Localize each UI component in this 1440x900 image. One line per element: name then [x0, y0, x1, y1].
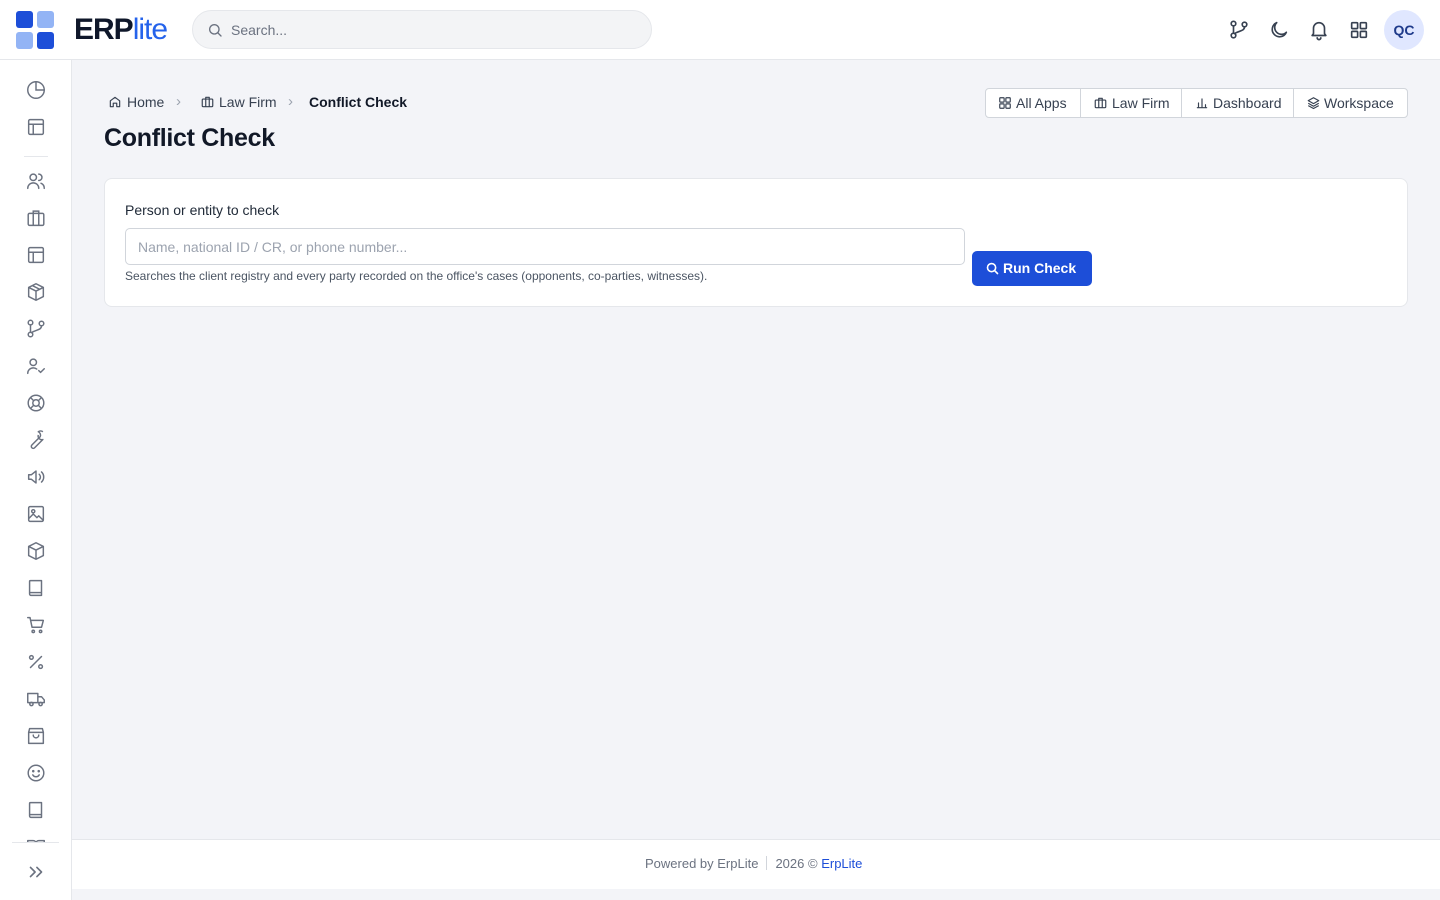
breadcrumb-current: Conflict Check — [309, 94, 408, 110]
field-label: Person or entity to check — [125, 202, 280, 218]
search-input[interactable] — [231, 20, 631, 40]
branch-icon[interactable] — [1228, 19, 1250, 41]
moon-icon[interactable] — [1268, 19, 1290, 41]
top-bar: ERPlite QC — [0, 0, 1440, 60]
layout-icon[interactable] — [25, 244, 47, 266]
layout-icon[interactable] — [25, 116, 47, 138]
entity-search-input[interactable] — [125, 228, 965, 265]
dashboard-label: Dashboard — [1213, 95, 1282, 111]
shopping-bag-icon[interactable] — [25, 725, 47, 747]
bar-chart-icon — [1196, 98, 1208, 109]
breadcrumb-separator-icon: › — [288, 93, 293, 110]
sidebar-divider — [24, 156, 48, 157]
brand-name-main: ERP — [74, 13, 134, 46]
footer-copyright: 2026 © — [775, 856, 818, 871]
truck-icon[interactable] — [25, 688, 47, 710]
sidebar — [0, 60, 72, 900]
smile-icon[interactable] — [25, 762, 47, 784]
logo-icon[interactable] — [16, 11, 54, 49]
chevrons-right-icon[interactable] — [25, 861, 47, 883]
brand-name-accent: lite — [132, 13, 168, 46]
search-icon — [209, 24, 222, 37]
briefcase-icon[interactable] — [25, 207, 47, 229]
megaphone-icon[interactable] — [25, 466, 47, 488]
quick-nav-group: All Apps Law Firm Dashboard Workspace — [985, 88, 1408, 118]
chart-pie-icon[interactable] — [25, 79, 47, 101]
footer-brand-link[interactable]: ErpLite — [821, 856, 862, 871]
branch-icon[interactable] — [25, 318, 47, 340]
building-icon — [201, 96, 214, 108]
wrench-icon[interactable] — [25, 429, 47, 451]
package-icon[interactable] — [25, 281, 47, 303]
search-icon — [986, 262, 999, 275]
button-divider — [1080, 89, 1081, 117]
book-icon[interactable] — [25, 799, 47, 821]
workspace-label: Workspace — [1324, 95, 1394, 111]
home-icon — [109, 96, 121, 108]
building-icon — [1094, 97, 1107, 109]
user-check-icon[interactable] — [25, 355, 47, 377]
page-bottom-strip — [72, 889, 1440, 900]
sidebar-footer — [0, 842, 71, 900]
sidebar-footer-divider — [12, 842, 59, 843]
run-check-button[interactable]: Run Check — [972, 251, 1092, 286]
book-icon[interactable] — [25, 577, 47, 599]
breadcrumb-separator-icon: › — [176, 93, 181, 110]
breadcrumb-home-label: Home — [127, 94, 165, 110]
field-help-text: Searches the client registry and every p… — [125, 269, 708, 283]
apps-grid-icon[interactable] — [1348, 19, 1370, 41]
breadcrumb-law-firm-label: Law Firm — [219, 94, 277, 110]
box-icon[interactable] — [25, 540, 47, 562]
image-icon[interactable] — [25, 503, 47, 525]
button-divider — [1181, 89, 1182, 117]
button-divider — [1293, 89, 1294, 117]
lifebuoy-icon[interactable] — [25, 392, 47, 414]
users-icon[interactable] — [25, 170, 47, 192]
layers-icon — [1307, 97, 1320, 110]
all-apps-label: All Apps — [1016, 95, 1067, 111]
footer-text: Powered by ErpLite 2026 © ErpLite — [645, 856, 862, 871]
bell-icon[interactable] — [1308, 19, 1330, 41]
footer-powered-by: Powered by ErpLite — [645, 856, 759, 871]
brand-wordmark[interactable]: ERPlite — [74, 13, 168, 46]
global-search[interactable] — [192, 10, 652, 49]
law-firm-label: Law Firm — [1112, 95, 1170, 111]
cart-icon[interactable] — [25, 614, 47, 636]
footer: Powered by ErpLite 2026 © ErpLite — [72, 839, 1440, 889]
apps-grid-icon — [999, 97, 1011, 109]
page-title: Conflict Check — [104, 124, 275, 152]
user-avatar[interactable]: QC — [1384, 10, 1424, 50]
conflict-check-card: Person or entity to check Searches the c… — [104, 178, 1408, 307]
percent-icon[interactable] — [25, 651, 47, 673]
run-check-label: Run Check — [1003, 260, 1077, 276]
footer-divider — [766, 856, 768, 870]
